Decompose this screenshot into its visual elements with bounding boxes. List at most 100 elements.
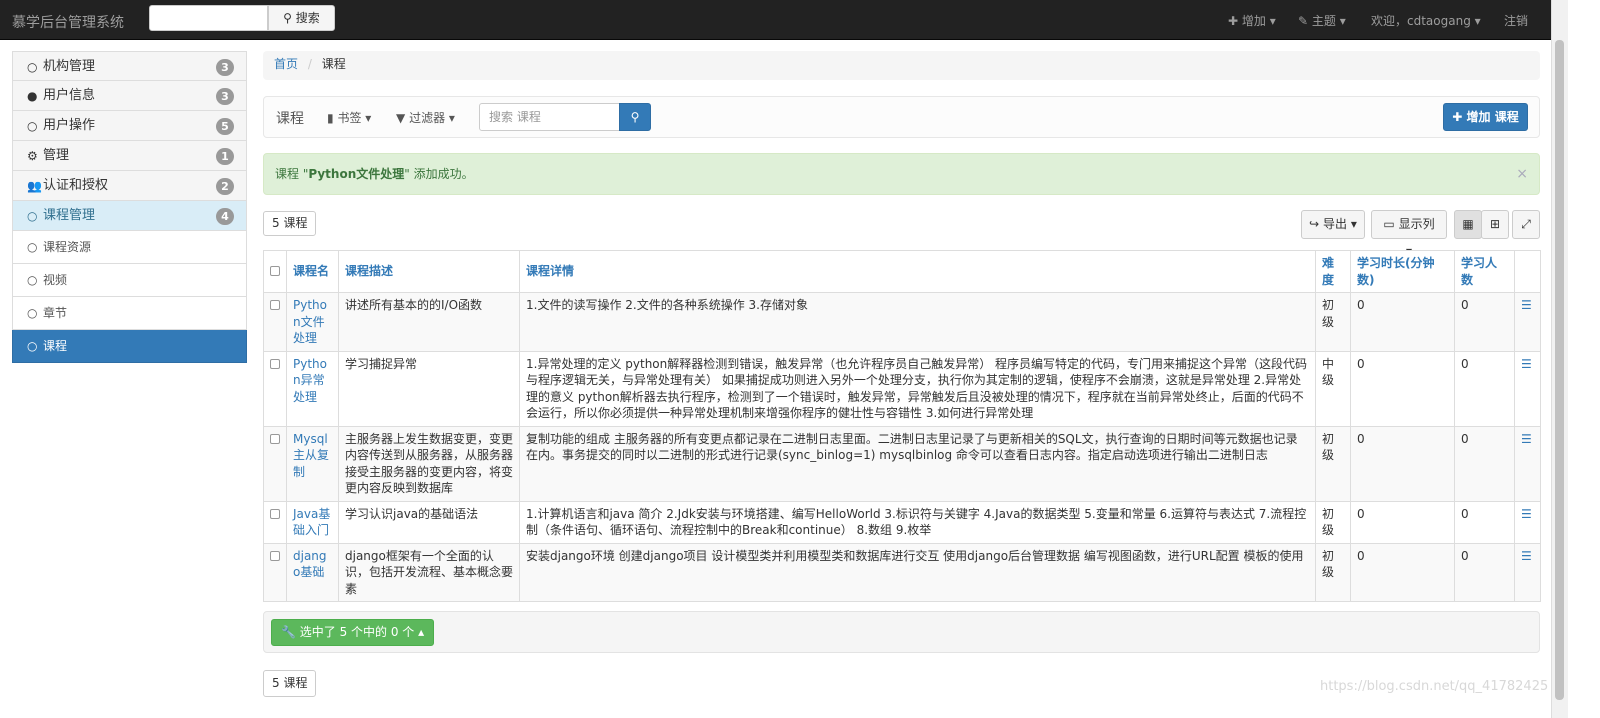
bookmarks-menu[interactable]: ▮ 书签 ▾ (327, 109, 371, 126)
col-header-actions (1514, 250, 1541, 293)
logout-link[interactable]: 注销 (1504, 12, 1528, 29)
course-name-link[interactable]: Mysql主从复制 (286, 425, 339, 502)
row-checkbox[interactable] (263, 542, 287, 602)
course-table: 课程名 课程描述 课程详情 难度 学习时长(分钟数) 学习人数 Python文件… (263, 250, 1541, 602)
nav-theme-menu[interactable]: ✎ 主题 ▾ (1298, 12, 1346, 29)
list-toolbar: 课程 ▮ 书签 ▾ ▼ 过滤器 ▾ 搜索 课程 ⚲ ✚ 增加 课程 (263, 96, 1540, 138)
col-header[interactable]: 课程描述 (338, 250, 520, 293)
cell-time: 0 (1350, 350, 1455, 427)
circle-icon: ○ (27, 273, 38, 287)
select-all-checkbox[interactable] (263, 250, 287, 293)
success-alert: 课程 "Python文件处理" 添加成功。 × (263, 153, 1540, 195)
scrollbar-thumb[interactable] (1555, 40, 1564, 700)
col-header[interactable]: 学习时长(分钟数) (1350, 250, 1455, 293)
gear-icon: ⚙ (27, 149, 38, 163)
row-checkbox[interactable] (263, 292, 287, 352)
action-footer: 🔧 选中了 5 个中的 0 个 ▴ (263, 611, 1540, 653)
list-icon: ☰ (1521, 431, 1532, 446)
badge: 1 (216, 148, 234, 165)
list-icon: ☰ (1521, 548, 1532, 563)
cell-desc: django框架有一个全面的认识，包括开发流程、基本概念要素 (338, 542, 520, 602)
export-menu[interactable]: ↪ 导出 ▾ (1301, 210, 1365, 239)
watermark: https://blog.csdn.net/qq_41782425 (1320, 679, 1549, 694)
course-name-link[interactable]: Python文件处理 (286, 292, 339, 352)
cell-time: 0 (1350, 425, 1455, 502)
course-search-input[interactable]: 搜索 课程 (479, 103, 620, 131)
sidebar-item-auth[interactable]: 👥 认证和授权 2 (12, 171, 247, 201)
sidebar-sub-video[interactable]: ○ 视频 (12, 264, 247, 297)
col-header[interactable]: 难度 (1315, 250, 1351, 293)
cell-detail: 1.计算机语言和java 简介 2.Jdk安装与环境搭建、编写HelloWorl… (519, 500, 1316, 544)
thumb-view-icon[interactable]: ⊞ (1481, 210, 1509, 239)
toolbar-title: 课程 (276, 111, 304, 127)
search-icon: ⚲ (283, 11, 292, 25)
cell-detail: 安装django环境 创建django项目 设计模型类并利用模型类和数据库进行交… (519, 542, 1316, 602)
nav-search-button[interactable]: ⚲ 搜索 (268, 5, 335, 31)
cell-detail: 1.文件的读写操作 2.文件的各种系统操作 3.存储对象 (519, 292, 1316, 352)
sidebar-item-course-manage[interactable]: ○ 课程管理 4 (12, 201, 247, 231)
row-detail-icon[interactable]: ☰ (1514, 425, 1541, 502)
badge: 3 (216, 59, 234, 76)
course-name-link[interactable]: Java基础入门 (286, 500, 339, 544)
row-detail-icon[interactable]: ☰ (1514, 350, 1541, 427)
add-course-button[interactable]: ✚ 增加 课程 (1443, 103, 1528, 131)
course-name-link[interactable]: django基础 (286, 542, 339, 602)
course-search-button[interactable]: ⚲ (619, 103, 651, 131)
user-icon: ● (27, 89, 38, 103)
breadcrumb-home[interactable]: 首页 (274, 57, 298, 71)
nav-user-menu[interactable]: 欢迎，cdtaogang ▾ (1371, 12, 1481, 29)
row-checkbox[interactable] (263, 350, 287, 427)
badge: 5 (216, 118, 234, 135)
list-icon: ☰ (1521, 506, 1532, 521)
close-icon[interactable]: × (1516, 154, 1528, 194)
cell-time: 0 (1350, 292, 1455, 352)
table-row: Java基础入门 学习认识java的基础语法 1.计算机语言和java 简介 2… (263, 500, 1541, 544)
main-content: 首页 / 课程 课程 ▮ 书签 ▾ ▼ 过滤器 ▾ 搜索 课程 ⚲ ✚ 增加 课… (263, 51, 1541, 697)
table-row: Python文件处理 讲述所有基本的的I/O函数 1.文件的读写操作 2.文件的… (263, 292, 1541, 352)
page-scrollbar[interactable] (1551, 0, 1568, 718)
sidebar-sub-resource[interactable]: ○ 课程资源 (12, 231, 247, 264)
row-checkbox[interactable] (263, 500, 287, 544)
sidebar-sub-course[interactable]: ○ 课程 (12, 330, 247, 363)
cell-level: 中级 (1315, 350, 1351, 427)
grid-view-icon[interactable]: ▦ (1454, 210, 1482, 239)
table-row: Python异常处理 学习捕捉异常 1.异常处理的定义 python解释器检测到… (263, 350, 1541, 427)
circle-icon: ○ (27, 60, 38, 74)
sidebar-item-manage[interactable]: ⚙ 管理 1 (12, 141, 247, 171)
selection-actions-button[interactable]: 🔧 选中了 5 个中的 0 个 ▴ (271, 619, 435, 646)
brand-title[interactable]: 慕学后台管理系统 (12, 12, 124, 32)
cell-detail: 复制功能的组成 主服务器的所有变更点都记录在二进制日志里面。二进制日志里记录了与… (519, 425, 1316, 502)
nav-add-menu[interactable]: ✚ 增加 ▾ (1228, 12, 1276, 29)
sidebar-item-org[interactable]: ○ 机构管理 3 (12, 51, 247, 81)
row-detail-icon[interactable]: ☰ (1514, 292, 1541, 352)
circle-icon: ○ (27, 306, 38, 320)
book-icon: ▮ (327, 111, 334, 125)
sidebar: ○ 机构管理 3 ● 用户信息 3 ○ 用户操作 5 ⚙ 管理 1 👥 认证和授权 2 ○ 课程管理 4… (12, 51, 247, 363)
col-header[interactable]: 学习人数 (1454, 250, 1515, 293)
sidebar-item-useraction[interactable]: ○ 用户操作 5 (12, 111, 247, 141)
sidebar-sub-chapter[interactable]: ○ 章节 (12, 297, 247, 330)
circle-icon: ○ (27, 119, 38, 133)
table-row: Mysql主从复制 主服务器上发生数据变更，变更内容传送到从服务器，从服务器接受… (263, 425, 1541, 502)
row-detail-icon[interactable]: ☰ (1514, 500, 1541, 544)
nav-search-input[interactable] (149, 5, 268, 31)
columns-menu[interactable]: ▭ 显示列 ▾ (1371, 210, 1447, 258)
row-checkbox[interactable] (263, 425, 287, 502)
cell-level: 初级 (1315, 292, 1351, 352)
list-icon: ☰ (1521, 356, 1532, 371)
cell-desc: 学习认识java的基础语法 (338, 500, 520, 544)
filter-menu[interactable]: ▼ 过滤器 ▾ (396, 109, 455, 126)
sidebar-item-userinfo[interactable]: ● 用户信息 3 (12, 81, 247, 111)
table-row: django基础 django框架有一个全面的认识，包括开发流程、基本概念要素 … (263, 542, 1541, 602)
footer-result-count[interactable]: 5 课程 (263, 670, 317, 697)
cell-desc: 讲述所有基本的的I/O函数 (338, 292, 520, 352)
filter-icon: ▼ (396, 111, 406, 125)
search-icon: ⚲ (630, 110, 640, 124)
col-header[interactable]: 课程名 (286, 250, 339, 293)
col-header[interactable]: 课程详情 (519, 250, 1316, 293)
course-name-link[interactable]: Python异常处理 (286, 350, 339, 427)
fullscreen-icon[interactable]: ⤢ (1512, 210, 1540, 239)
row-detail-icon[interactable]: ☰ (1514, 542, 1541, 602)
result-count[interactable]: 5 课程 (263, 211, 317, 236)
cell-students: 0 (1454, 350, 1515, 427)
